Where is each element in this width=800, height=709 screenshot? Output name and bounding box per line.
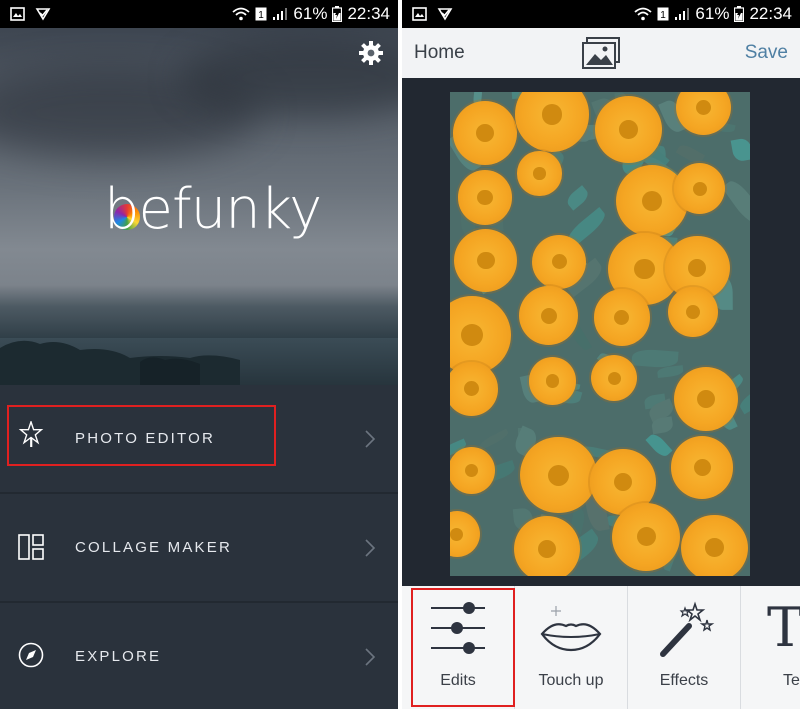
battery-charging-icon	[332, 6, 343, 22]
star-wand-icon	[18, 421, 44, 447]
hero-image: befunky	[0, 28, 398, 385]
screenshot-notification-icon	[412, 7, 427, 21]
photo-leaf	[564, 185, 591, 211]
svg-text:1: 1	[661, 10, 667, 21]
tool-label: Effects	[659, 672, 709, 689]
svg-text:T: T	[767, 598, 800, 658]
coastline-rocks	[0, 340, 240, 385]
signal-icon	[675, 8, 690, 20]
battery-charging-icon	[734, 6, 745, 22]
tool-label: Edits	[440, 672, 476, 689]
svg-text:1: 1	[259, 10, 265, 21]
battery-percent: 61%	[695, 4, 730, 23]
text-icon: T	[767, 598, 800, 658]
wifi-icon	[634, 7, 653, 21]
photo-flower	[681, 514, 748, 576]
tool-label: Te	[783, 672, 800, 689]
tool-bar: Edits Touch up Effects T Te	[402, 586, 800, 709]
photo-leaf	[676, 142, 706, 166]
photo-leaf	[722, 176, 750, 227]
photo-flower	[513, 515, 581, 576]
photo-flower	[612, 502, 681, 571]
battery-percent: 61%	[293, 4, 328, 23]
lips-icon	[540, 606, 602, 652]
logo-text: befunky	[104, 177, 322, 242]
home-button[interactable]: Home	[414, 42, 465, 64]
tool-effects[interactable]: Effects	[628, 586, 740, 709]
photo-leaf	[645, 431, 673, 460]
sim-icon: 1	[255, 7, 267, 21]
screenshot-notification-icon	[10, 7, 25, 21]
settings-gear-icon[interactable]	[358, 40, 384, 66]
photo-flower	[674, 163, 726, 215]
photo-flower	[593, 289, 650, 346]
tool-label: Touch up	[538, 672, 604, 689]
photo-flower	[453, 101, 517, 165]
chevron-right-icon	[365, 539, 376, 557]
clock: 22:34	[749, 4, 792, 23]
notification-check-icon	[437, 8, 453, 21]
wifi-icon	[232, 7, 251, 21]
photo-flower	[454, 228, 518, 292]
gallery-icon[interactable]	[582, 37, 620, 69]
photo-flower	[594, 95, 662, 163]
photo-flower	[514, 92, 590, 152]
compass-icon	[18, 642, 44, 668]
photo-flower	[668, 287, 719, 337]
status-bar: 1 61% 22:34	[402, 0, 800, 28]
save-button[interactable]: Save	[745, 42, 788, 64]
menu-photo-editor[interactable]: PHOTO EDITOR	[0, 385, 398, 493]
menu-label: PHOTO EDITOR	[75, 430, 216, 447]
photo-flower	[673, 367, 738, 432]
menu-label: EXPLORE	[75, 648, 162, 665]
photo-flower	[450, 362, 499, 416]
sliders-icon	[431, 602, 485, 654]
home-screen: 1 61% 22:34 befunky PHOTO EDITOR COLLAGE…	[0, 0, 398, 709]
collage-grid-icon	[18, 534, 44, 560]
editor-screen: 1 61% 22:34 Home Save Edits Touch up Eff…	[402, 0, 800, 709]
photo-flower	[450, 447, 495, 494]
tool-touch-up[interactable]: Touch up	[515, 586, 627, 709]
clock: 22:34	[347, 4, 390, 23]
photo-flower	[528, 357, 577, 405]
photo-flower	[532, 234, 587, 289]
tool-text[interactable]: T Te	[741, 586, 800, 709]
photo-flower	[450, 511, 480, 558]
photo-flower	[517, 151, 562, 196]
befunky-logo: befunky	[104, 178, 322, 242]
magic-wand-icon	[660, 601, 715, 657]
photo-flower	[457, 170, 513, 226]
photo-canvas[interactable]	[450, 92, 750, 576]
chevron-right-icon	[365, 648, 376, 666]
editor-header: Home Save	[402, 28, 800, 78]
signal-icon	[273, 8, 288, 20]
tool-edits[interactable]: Edits	[402, 586, 514, 709]
menu-explore[interactable]: EXPLORE	[0, 603, 398, 709]
photo-flower	[590, 354, 638, 402]
photo-leaf	[730, 137, 750, 163]
photo-leaf	[477, 427, 511, 450]
notification-check-icon	[35, 8, 51, 21]
menu-label: COLLAGE MAKER	[75, 539, 232, 556]
menu-collage-maker[interactable]: COLLAGE MAKER	[0, 494, 398, 602]
photo-flower	[520, 437, 597, 514]
photo-flower	[450, 296, 512, 374]
status-bar: 1 61% 22:34	[0, 0, 398, 28]
photo-flower	[671, 436, 734, 499]
chevron-right-icon	[365, 430, 376, 448]
photo-flower	[519, 286, 579, 346]
sim-icon: 1	[657, 7, 669, 21]
